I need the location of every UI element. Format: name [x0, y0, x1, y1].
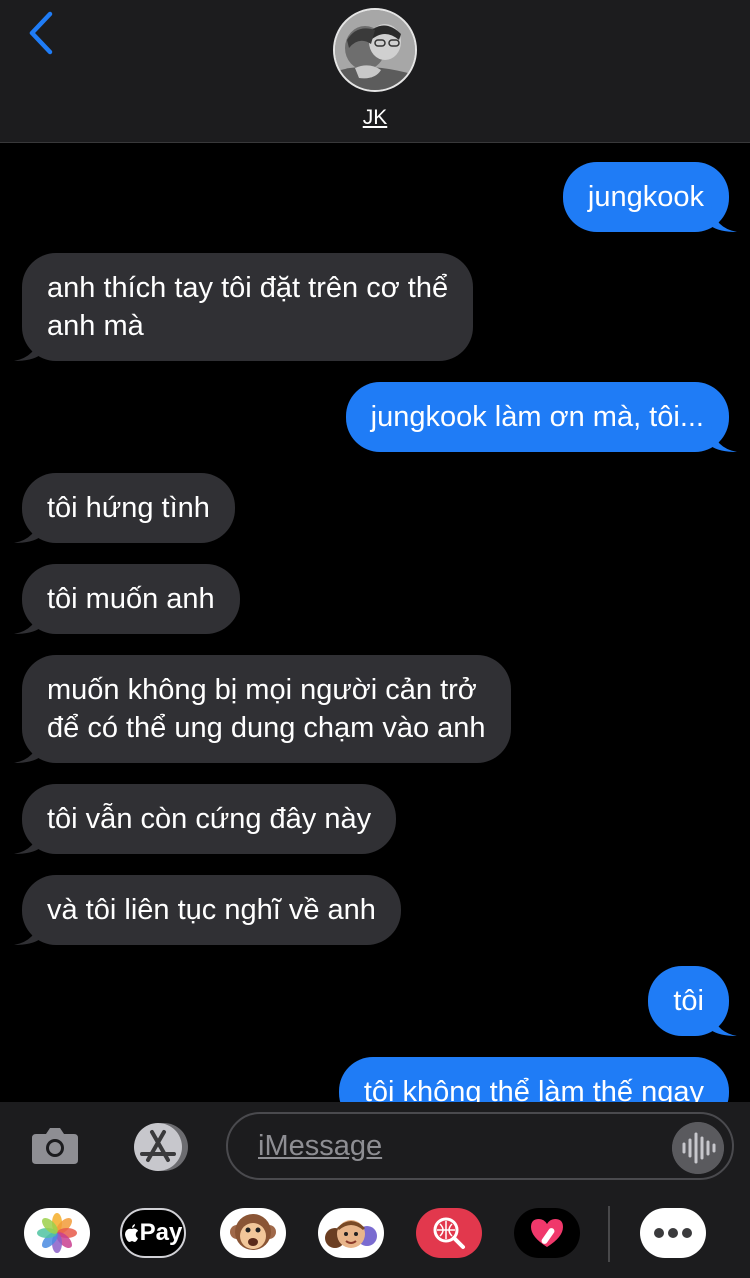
photos-icon[interactable] [24, 1208, 90, 1258]
bubble-tail [14, 737, 40, 763]
image-search-icon[interactable] [416, 1208, 482, 1258]
digital-touch-icon[interactable] [514, 1208, 580, 1258]
camera-icon[interactable] [30, 1120, 80, 1170]
bubble-tail [14, 335, 40, 361]
message-line: tôi [673, 985, 704, 1017]
audio-message-icon[interactable] [672, 1122, 724, 1174]
memoji-icon[interactable] [318, 1208, 384, 1258]
message-bubble-received[interactable]: tôi muốn anh [14, 564, 240, 634]
bubble-tail [14, 919, 40, 945]
message-line: tôi muốn anh [47, 583, 215, 615]
message-bubble-received[interactable]: và tôi liên tục nghĩ về anh [14, 875, 401, 945]
bubble-tail [711, 1010, 737, 1036]
message-line: tôi hứng tình [47, 492, 210, 524]
message-line: anh thích tay tôi đặt trên cơ thể [47, 272, 449, 304]
message-bubble-sent[interactable]: jungkook [562, 162, 737, 232]
conversation-header: JK [0, 0, 750, 143]
apple-pay-label: Pay [139, 1219, 183, 1246]
contact-name[interactable]: JK [0, 106, 750, 130]
imessage-apps-drawer: Pay [0, 1190, 750, 1278]
apple-logo-icon [124, 1224, 138, 1242]
message-bubble-received[interactable]: tôi vẫn còn cứng đây này [14, 784, 397, 854]
animoji-icon[interactable] [220, 1208, 286, 1258]
message-line: tôi không thể làm thế ngay [363, 1076, 704, 1102]
message-line: và tôi liên tục nghĩ về anh [47, 894, 376, 926]
more-icon[interactable] [640, 1208, 706, 1258]
apps-divider [608, 1206, 610, 1262]
message-line: anh mà [47, 310, 144, 342]
message-bubble-received[interactable]: anh thích tay tôi đặt trên cơ thể anh mà [14, 253, 474, 361]
app-store-icon[interactable] [126, 1122, 192, 1172]
message-line: tôi vẫn còn cứng đây này [47, 803, 372, 835]
bubble-tail [14, 608, 40, 634]
contact-avatar[interactable] [333, 8, 417, 92]
compose-bar: iMessage [0, 1102, 750, 1190]
message-bubble-sent[interactable]: jungkook làm ơn mà, tôi... [345, 382, 737, 452]
bubble-tail [711, 426, 737, 452]
message-bubble-received[interactable]: muốn không bị mọi người cản trở để có th… [14, 655, 511, 763]
bubble-tail [14, 828, 40, 854]
back-chevron-icon[interactable] [22, 10, 62, 56]
message-bubble-received[interactable]: tôi hứng tình [14, 473, 235, 543]
message-line: muốn không bị mọi người cản trở [47, 674, 477, 706]
apple-pay-icon[interactable]: Pay [120, 1208, 186, 1258]
message-input[interactable]: iMessage [226, 1112, 734, 1180]
message-input-placeholder: iMessage [258, 1130, 383, 1162]
message-list[interactable]: jungkook anh thích tay tôi đặt trên cơ t… [0, 144, 750, 1102]
bubble-tail [711, 206, 737, 232]
message-line: jungkook làm ơn mà, tôi... [370, 401, 704, 433]
message-line: để có thể ung dung chạm vào anh [47, 712, 486, 744]
message-bubble-sent[interactable]: tôi [648, 966, 737, 1036]
message-line: jungkook [587, 181, 704, 213]
bubble-tail [14, 517, 40, 543]
message-bubble-sent[interactable]: tôi không thể làm thế ngay [338, 1057, 729, 1102]
